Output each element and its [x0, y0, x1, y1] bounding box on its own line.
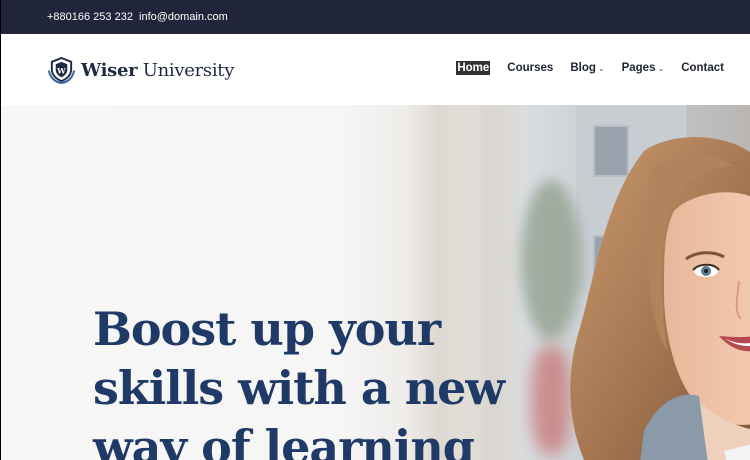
nav-item-home[interactable]: Home	[456, 61, 491, 75]
brand-name-bold: Wiser	[81, 59, 138, 81]
nav-item-label: Home	[456, 61, 491, 75]
svg-text:W: W	[56, 66, 66, 75]
topbar: +880166 253 232 info@domain.com	[0, 0, 750, 34]
nav-item-contact[interactable]: Contact	[681, 62, 724, 74]
chevron-down-icon: ⌄	[657, 63, 665, 73]
nav-item-label: Blog	[570, 62, 596, 74]
nav-item-label: Pages	[621, 62, 656, 74]
nav-item-label: Contact	[681, 62, 724, 74]
hero-section: Boost up your skills with a new way of l…	[0, 105, 750, 460]
email-address[interactable]: info@domain.com	[139, 11, 228, 23]
hero-student-photo	[549, 131, 750, 460]
nav-item-blog[interactable]: Blog ⌄	[570, 62, 604, 74]
brand-name: Wiser University	[81, 60, 234, 81]
hero-headline: Boost up your skills with a new way of l…	[93, 302, 505, 460]
phone-number[interactable]: +880166 253 232	[47, 11, 133, 23]
nav-item-label: Courses	[507, 62, 554, 74]
shield-crest-icon: W	[47, 56, 76, 84]
brand-name-rest: University	[142, 59, 235, 81]
chevron-down-icon: ⌄	[597, 63, 605, 73]
nav-item-pages[interactable]: Pages ⌄	[622, 62, 665, 74]
primary-menu: Home Courses Blog ⌄ Pages ⌄ Contact	[439, 61, 724, 75]
main-navbar: W Wiser University Home Courses Blog ⌄ P…	[0, 34, 750, 105]
nav-item-courses[interactable]: Courses	[507, 62, 553, 74]
student-portrait-illustration	[570, 137, 750, 460]
site-logo[interactable]: W Wiser University	[47, 56, 234, 84]
